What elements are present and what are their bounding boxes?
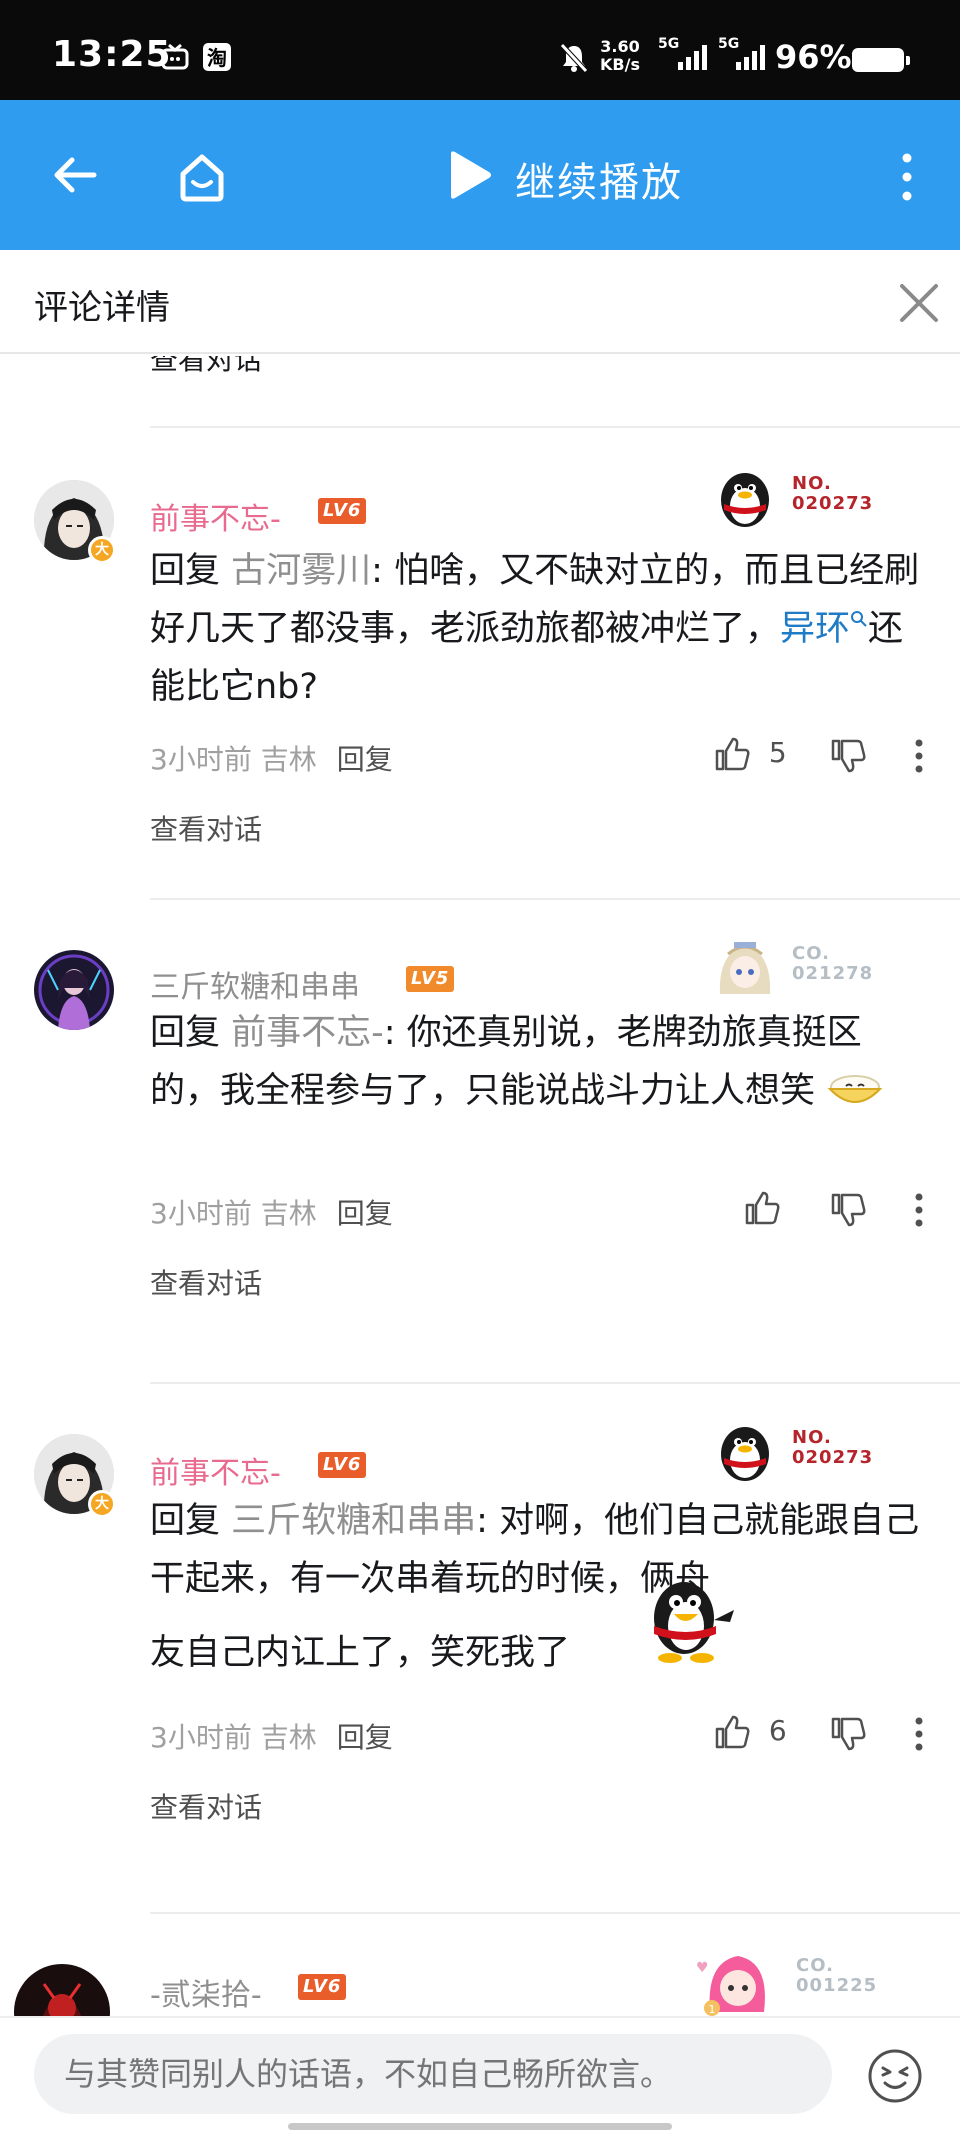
level-badge: LV6 <box>318 1452 367 1478</box>
mute-icon <box>560 43 588 73</box>
app-bar: 继续播放 <box>0 100 960 250</box>
more-icon[interactable] <box>912 1716 926 1752</box>
like-count: 5 <box>768 736 787 769</box>
reply-button[interactable]: 回复 <box>337 1197 393 1230</box>
penguin-icon <box>721 473 769 527</box>
more-icon[interactable] <box>912 738 926 774</box>
battery-percent: 96% <box>775 38 852 76</box>
svg-text:1: 1 <box>709 2003 716 2016</box>
level-badge: LV6 <box>318 498 367 524</box>
fan-medal: CO. 021278 <box>712 934 922 1004</box>
rice-bowl-emoji-icon <box>827 1075 883 1103</box>
thumb-down-icon[interactable] <box>828 736 868 776</box>
reply-to-user[interactable]: 三斤软糖和串串 <box>231 1501 476 1541</box>
penguin-sticker-icon <box>654 1582 734 1663</box>
comment-input-bar <box>0 2016 960 2133</box>
fan-medal: NO. 020273 <box>712 464 922 534</box>
divider <box>150 898 960 900</box>
pink-hair-character-icon: ♥ 1 <box>690 1942 780 2016</box>
divider <box>150 1382 960 1384</box>
play-icon[interactable] <box>445 148 493 202</box>
username[interactable]: -贰柒拾- <box>150 1970 262 2014</box>
reply-to-user[interactable]: 前事不忘- <box>231 1013 384 1053</box>
view-conversation-link[interactable]: 查看对话 <box>150 808 262 848</box>
view-conversation-link[interactable]: 查看对话 <box>150 1262 262 1302</box>
home-icon[interactable] <box>175 150 229 204</box>
fan-medal-number: NO. 020273 <box>792 1427 874 1468</box>
tv-icon <box>161 43 189 70</box>
comment-meta: 3小时前 吉林 回复 <box>150 1197 393 1230</box>
reply-button[interactable]: 回复 <box>337 743 393 776</box>
avatar[interactable] <box>34 950 114 1030</box>
reply-button[interactable]: 回复 <box>337 1721 393 1754</box>
anime-girl-icon <box>712 934 778 1000</box>
thumb-up-icon <box>745 1191 780 1225</box>
more-icon[interactable] <box>897 150 917 204</box>
like-count: 6 <box>768 1714 787 1747</box>
like-button[interactable]: 5 <box>712 734 787 774</box>
status-bar: 13:25 淘 3.60 KB/s 5G 5G 96% <box>0 0 960 100</box>
fan-medal-number: CO. 001225 <box>796 1955 878 1996</box>
divider <box>150 1912 960 1914</box>
comment-body[interactable]: 回复 三斤软糖和串串: 对啊，他们自己就能跟自己干起来，有一次串着玩的时候，俩舟 <box>150 1492 930 1608</box>
comment-body[interactable]: 回复 古河雾川: 怕啥，又不缺对立的，而且已经刷好几天了都没事，老派劲旅都被冲烂… <box>150 542 930 716</box>
net-speed: 3.60 KB/s <box>600 37 640 74</box>
thumb-down-icon[interactable] <box>828 1714 868 1754</box>
back-icon[interactable] <box>50 150 100 200</box>
fan-medal-number: CO. 021278 <box>792 943 874 984</box>
fan-medal: ♥ 1 CO. 001225 <box>690 1942 930 2016</box>
view-conversation-link[interactable]: 查看对话 <box>150 1786 262 1826</box>
username[interactable]: 前事不忘- <box>150 494 281 538</box>
divider <box>150 426 960 428</box>
close-icon[interactable] <box>898 282 940 324</box>
comment-input[interactable] <box>34 2034 832 2114</box>
status-time: 13:25 <box>52 34 172 75</box>
like-button[interactable] <box>742 1188 782 1228</box>
fan-medal-number: NO. 020273 <box>792 473 874 514</box>
comment-body[interactable]: 回复 前事不忘-: 你还真别说，老牌劲旅真挺区的，我全程参与了，只能说战斗力让人… <box>150 1004 930 1120</box>
signal-bars-2-icon <box>736 45 765 70</box>
avatar[interactable] <box>14 1964 110 2016</box>
comment-meta: 3小时前 吉林 回复 <box>150 743 393 776</box>
comment-detail-header: 评论详情 <box>0 250 960 354</box>
level-badge: LV5 <box>406 966 455 992</box>
home-indicator[interactable] <box>288 2123 672 2130</box>
comment-list[interactable]: 查看对话 大 前事不忘- LV6 NO. 020273 回复 古河雾川: 怕啥，… <box>0 356 960 2016</box>
username[interactable]: 三斤软糖和串串 <box>150 962 360 1006</box>
svg-text:♥: ♥ <box>696 1960 709 1976</box>
like-button[interactable]: 6 <box>712 1712 787 1752</box>
thumb-up-icon <box>715 1715 750 1749</box>
fan-medal: NO. 020273 <box>712 1418 922 1488</box>
comment-meta: 3小时前 吉林 回复 <box>150 1721 393 1754</box>
username[interactable]: 前事不忘- <box>150 1448 281 1492</box>
more-icon[interactable] <box>912 1192 926 1228</box>
comment-body-continued[interactable]: 友自己内讧上了，笑死我了 <box>150 1624 930 1682</box>
level-badge: LV6 <box>298 1974 347 2000</box>
search-tag-link[interactable]: 异环 <box>780 609 850 649</box>
vip-badge-icon: 大 <box>88 1490 116 1518</box>
page-title: 评论详情 <box>34 288 170 328</box>
thumb-up-icon <box>715 737 750 771</box>
search-icon <box>851 611 867 627</box>
view-conversation-link[interactable]: 查看对话 <box>150 356 262 378</box>
continue-play-label[interactable]: 继续播放 <box>515 150 683 208</box>
battery-icon <box>852 48 910 72</box>
svg-text:淘: 淘 <box>207 46 227 70</box>
vip-badge-icon: 大 <box>88 536 116 564</box>
signal-bars-1-icon <box>678 45 707 70</box>
penguin-icon <box>721 1427 769 1481</box>
emoji-icon[interactable] <box>867 2048 923 2104</box>
thumb-down-icon[interactable] <box>828 1190 868 1230</box>
reply-to-user[interactable]: 古河雾川 <box>231 551 371 591</box>
taobao-icon: 淘 <box>203 43 231 71</box>
